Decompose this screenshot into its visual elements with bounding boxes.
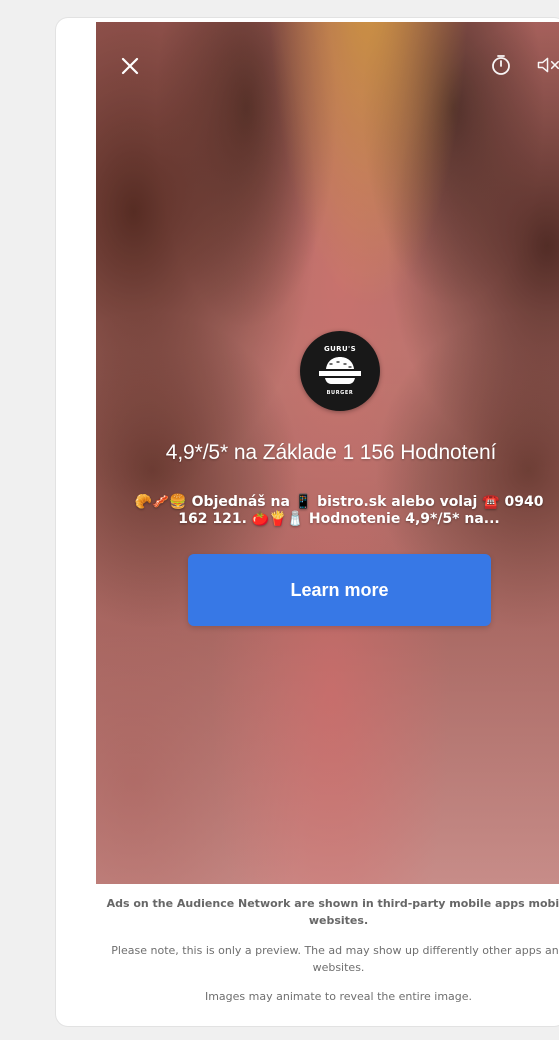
preview-footer: Ads on the Audience Network are shown in…: [91, 895, 559, 1017]
audience-network-disclaimer: Ads on the Audience Network are shown in…: [106, 897, 559, 927]
ad-body-line-2: 162 121. 🍅🍟🧂 Hodnotenie 4,9*/5* na...: [178, 511, 500, 527]
ad-body-line-1: 🥐🥓🍔 Objednáš na 📱 bistro.sk alebo volaj …: [134, 494, 544, 510]
ad-body-text: 🥐🥓🍔 Objednáš na 📱 bistro.sk alebo volaj …: [104, 494, 559, 528]
timer-icon: [486, 50, 516, 80]
ad-top-controls: [96, 22, 559, 92]
ad-preview-card: GURU'S BURGER 4,9*/5* na Základe 1 156 H…: [56, 18, 559, 1026]
preview-disclaimer: Please note, this is only a preview. The…: [111, 944, 559, 974]
learn-more-button[interactable]: Learn more: [188, 554, 491, 626]
animation-disclaimer: Images may animate to reveal the entire …: [204, 990, 473, 1003]
burger-icon: [319, 357, 361, 384]
ad-title: 4,9*/5* na Základe 1 156 Hodnotení: [165, 441, 497, 464]
ad-media-preview[interactable]: GURU'S BURGER 4,9*/5* na Základe 1 156 H…: [96, 22, 559, 884]
logo-wordmark: GURU'S: [323, 345, 357, 353]
logo-subword: BURGER: [326, 390, 354, 396]
close-icon[interactable]: [111, 47, 149, 85]
brand-logo: GURU'S BURGER: [300, 331, 380, 411]
speaker-muted-icon[interactable]: [536, 50, 559, 80]
